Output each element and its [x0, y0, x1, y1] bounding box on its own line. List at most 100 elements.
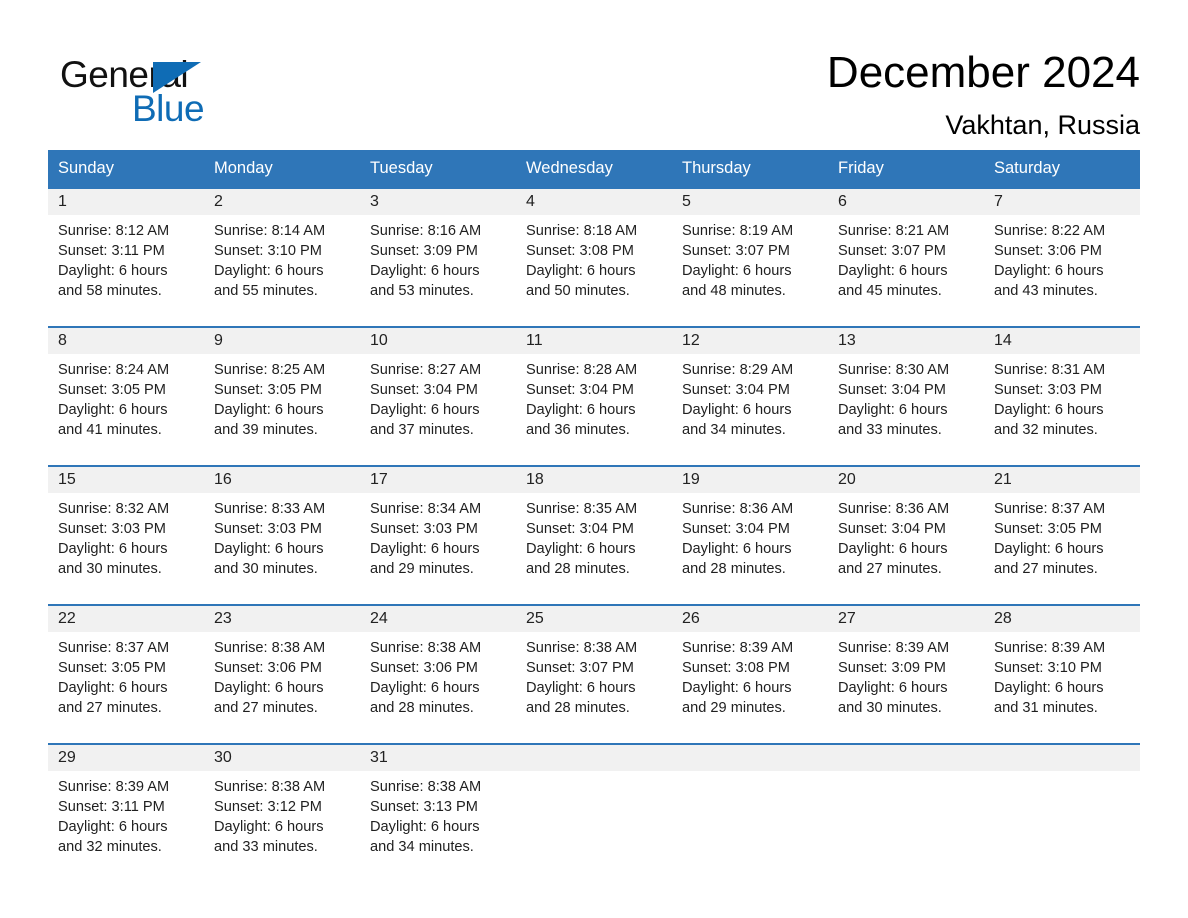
day-cell-8[interactable]: 8 Sunrise: 8:24 AM Sunset: 3:05 PM Daylight…	[48, 327, 204, 453]
day-cell-25[interactable]: 25 Sunrise: 8:38 AM Sunset: 3:07 PM Dayligh…	[516, 605, 672, 731]
day-details: Sunrise: 8:39 AM Sunset: 3:08 PM Daylight:…	[672, 632, 828, 719]
day-cell-31[interactable]: 31 Sunrise: 8:38 AM Sunset: 3:13 PM Dayligh…	[360, 744, 516, 870]
daylight-text-line2: and 34 minutes.	[370, 839, 474, 856]
daylight-text-line1: Daylight: 6 hours	[58, 541, 168, 558]
day-details: Sunrise: 8:38 AM Sunset: 3:06 PM Daylight:…	[204, 632, 360, 719]
daylight-text-line2: and 30 minutes.	[838, 700, 942, 717]
daylight-text-line1: Daylight: 6 hours	[994, 680, 1104, 697]
day-cell-18[interactable]: 18 Sunrise: 8:35 AM Sunset: 3:04 PM Dayligh…	[516, 466, 672, 592]
sunrise-text: Sunrise: 8:14 AM	[214, 222, 326, 239]
day-cell-11[interactable]: 11 Sunrise: 8:28 AM Sunset: 3:04 PM Dayligh…	[516, 327, 672, 453]
sunrise-text: Sunrise: 8:27 AM	[370, 361, 482, 378]
day-cell-30[interactable]: 30 Sunrise: 8:38 AM Sunset: 3:12 PM Dayligh…	[204, 744, 360, 870]
sunset-text: Sunset: 3:05 PM	[994, 521, 1102, 537]
day-number: 16	[204, 466, 360, 493]
sunrise-text: Sunrise: 8:28 AM	[526, 361, 638, 378]
day-cell-9[interactable]: 9 Sunrise: 8:25 AM Sunset: 3:05 PM Daylight…	[204, 327, 360, 453]
page-header: General Blue December 2024 Vakhtan, Russ…	[0, 0, 1188, 150]
daylight-text-line1: Daylight: 6 hours	[370, 402, 480, 419]
daylight-text-line2: and 39 minutes.	[214, 422, 318, 439]
weekday-header-row: Sunday Monday Tuesday Wednesday Thursday Frid…	[48, 150, 1140, 189]
daylight-text-line2: and 30 minutes.	[214, 561, 318, 578]
day-cell-10[interactable]: 10 Sunrise: 8:27 AM Sunset: 3:04 PM Dayligh…	[360, 327, 516, 453]
daylight-text-line1: Daylight: 6 hours	[370, 263, 480, 280]
sunset-text: Sunset: 3:04 PM	[682, 382, 790, 398]
day-cell-24[interactable]: 24 Sunrise: 8:38 AM Sunset: 3:06 PM Dayligh…	[360, 605, 516, 731]
day-cell-14[interactable]: 14 Sunrise: 8:31 AM Sunset: 3:03 PM Dayligh…	[984, 327, 1140, 453]
day-cell-2[interactable]: 2 Sunrise: 8:14 AM Sunset: 3:10 PM Daylight…	[204, 188, 360, 314]
sunrise-text: Sunrise: 8:25 AM	[214, 361, 326, 378]
day-details: Sunrise: 8:30 AM Sunset: 3:04 PM Daylight:…	[828, 354, 984, 441]
day-cell-17[interactable]: 17 Sunrise: 8:34 AM Sunset: 3:03 PM Dayligh…	[360, 466, 516, 592]
day-cell-15[interactable]: 15 Sunrise: 8:32 AM Sunset: 3:03 PM Dayligh…	[48, 466, 204, 592]
daylight-text-line1: Daylight: 6 hours	[994, 402, 1104, 419]
day-cell-19[interactable]: 19 Sunrise: 8:36 AM Sunset: 3:04 PM Dayligh…	[672, 466, 828, 592]
calendar-week-row: 1 Sunrise: 8:12 AM Sunset: 3:11 PM Daylight…	[48, 188, 1140, 314]
sunrise-text: Sunrise: 8:21 AM	[838, 222, 950, 239]
day-cell-26[interactable]: 26 Sunrise: 8:39 AM Sunset: 3:08 PM Dayligh…	[672, 605, 828, 731]
sunset-text: Sunset: 3:09 PM	[370, 243, 478, 259]
daylight-text-line2: and 58 minutes.	[58, 283, 162, 300]
day-cell-23[interactable]: 23 Sunrise: 8:38 AM Sunset: 3:06 PM Dayligh…	[204, 605, 360, 731]
day-details: Sunrise: 8:39 AM Sunset: 3:09 PM Daylight:…	[828, 632, 984, 719]
sunrise-text: Sunrise: 8:19 AM	[682, 222, 794, 239]
sunset-text: Sunset: 3:13 PM	[370, 799, 478, 815]
sunrise-text: Sunrise: 8:30 AM	[838, 361, 950, 378]
sunset-text: Sunset: 3:04 PM	[526, 382, 634, 398]
title-block: December 2024 Vakhtan, Russia	[827, 46, 1140, 142]
sunset-text: Sunset: 3:10 PM	[994, 660, 1102, 676]
daylight-text-line2: and 31 minutes.	[994, 700, 1098, 717]
day-cell-3[interactable]: 3 Sunrise: 8:16 AM Sunset: 3:09 PM Daylight…	[360, 188, 516, 314]
sunrise-text: Sunrise: 8:39 AM	[58, 778, 170, 795]
daylight-text-line1: Daylight: 6 hours	[58, 402, 168, 419]
day-number: 24	[360, 605, 516, 632]
day-details: Sunrise: 8:38 AM Sunset: 3:13 PM Daylight:…	[360, 771, 516, 858]
sunrise-text: Sunrise: 8:38 AM	[370, 778, 482, 795]
daylight-text-line2: and 37 minutes.	[370, 422, 474, 439]
day-cell-empty	[984, 744, 1140, 870]
daylight-text-line2: and 27 minutes.	[838, 561, 942, 578]
page-title: December 2024	[826, 48, 1140, 97]
daylight-text-line2: and 28 minutes.	[526, 561, 630, 578]
daylight-text-line1: Daylight: 6 hours	[370, 680, 480, 697]
daylight-text-line1: Daylight: 6 hours	[370, 541, 480, 558]
daylight-text-line1: Daylight: 6 hours	[682, 541, 792, 558]
daylight-text-line1: Daylight: 6 hours	[838, 541, 948, 558]
day-number: 8	[48, 327, 204, 354]
weekday-header-tuesday: Tuesday	[370, 159, 433, 177]
day-cell-28[interactable]: 28 Sunrise: 8:39 AM Sunset: 3:10 PM Dayligh…	[984, 605, 1140, 731]
day-details: Sunrise: 8:33 AM Sunset: 3:03 PM Daylight:…	[204, 493, 360, 580]
sunset-text: Sunset: 3:06 PM	[370, 660, 478, 676]
day-cell-12[interactable]: 12 Sunrise: 8:29 AM Sunset: 3:04 PM Dayligh…	[672, 327, 828, 453]
day-cell-22[interactable]: 22 Sunrise: 8:37 AM Sunset: 3:05 PM Dayligh…	[48, 605, 204, 731]
day-cell-7[interactable]: 7 Sunrise: 8:22 AM Sunset: 3:06 PM Daylight…	[984, 188, 1140, 314]
daylight-text-line1: Daylight: 6 hours	[214, 541, 324, 558]
day-details: Sunrise: 8:36 AM Sunset: 3:04 PM Daylight:…	[672, 493, 828, 580]
weekday-header-wednesday: Wednesday	[526, 159, 613, 177]
day-cell-4[interactable]: 4 Sunrise: 8:18 AM Sunset: 3:08 PM Daylight…	[516, 188, 672, 314]
week-spacer	[48, 731, 1140, 743]
sunset-text: Sunset: 3:07 PM	[682, 243, 790, 259]
day-cell-1[interactable]: 1 Sunrise: 8:12 AM Sunset: 3:11 PM Daylight…	[48, 188, 204, 314]
day-cell-21[interactable]: 21 Sunrise: 8:37 AM Sunset: 3:05 PM Dayligh…	[984, 466, 1140, 592]
page-subtitle-location: Vakhtan, Russia	[945, 110, 1140, 141]
day-cell-27[interactable]: 27 Sunrise: 8:39 AM Sunset: 3:09 PM Dayligh…	[828, 605, 984, 731]
day-cell-20[interactable]: 20 Sunrise: 8:36 AM Sunset: 3:04 PM Dayligh…	[828, 466, 984, 592]
day-cell-6[interactable]: 6 Sunrise: 8:21 AM Sunset: 3:07 PM Daylight…	[828, 188, 984, 314]
sunrise-text: Sunrise: 8:37 AM	[58, 639, 170, 656]
day-cell-16[interactable]: 16 Sunrise: 8:33 AM Sunset: 3:03 PM Dayligh…	[204, 466, 360, 592]
day-cell-5[interactable]: 5 Sunrise: 8:19 AM Sunset: 3:07 PM Daylight…	[672, 188, 828, 314]
day-number: 11	[516, 327, 672, 354]
day-cell-13[interactable]: 13 Sunrise: 8:30 AM Sunset: 3:04 PM Dayligh…	[828, 327, 984, 453]
daylight-text-line1: Daylight: 6 hours	[370, 819, 480, 836]
day-number: 22	[48, 605, 204, 632]
day-number: 20	[828, 466, 984, 493]
generalblue-logo[interactable]: General Blue	[56, 46, 356, 127]
daylight-text-line2: and 32 minutes.	[58, 839, 162, 856]
day-number: 5	[672, 188, 828, 215]
day-details: Sunrise: 8:24 AM Sunset: 3:05 PM Daylight:…	[48, 354, 204, 441]
sunset-text: Sunset: 3:04 PM	[370, 382, 478, 398]
daylight-text-line1: Daylight: 6 hours	[58, 819, 168, 836]
day-number: 4	[516, 188, 672, 215]
day-cell-29[interactable]: 29 Sunrise: 8:39 AM Sunset: 3:11 PM Dayligh…	[48, 744, 204, 870]
